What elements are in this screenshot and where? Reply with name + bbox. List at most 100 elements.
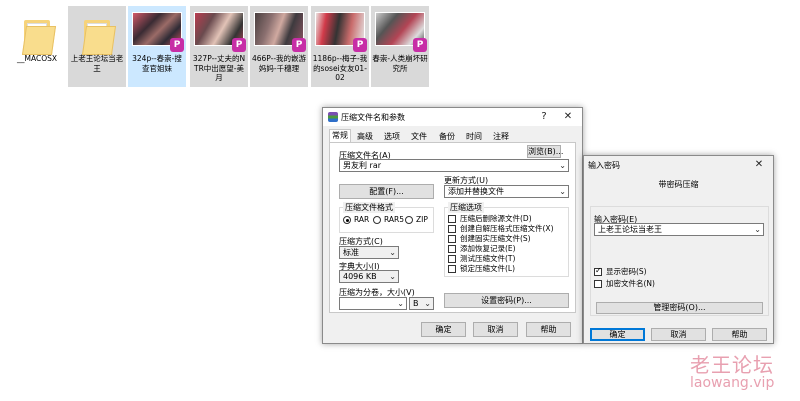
archive-thumbnail-icon: P bbox=[375, 12, 427, 52]
radio-indicator bbox=[343, 216, 351, 224]
chevron-down-icon: ⌄ bbox=[424, 299, 431, 308]
file-item-archive-5[interactable]: P 春崇-人类崩坏研究所 bbox=[371, 6, 429, 87]
split-unit-select[interactable]: B ⌄ bbox=[409, 297, 434, 310]
option-sfx[interactable]: 创建自解压格式压缩文件(X) bbox=[448, 224, 554, 234]
password-heading: 带密码压缩 bbox=[658, 180, 699, 189]
chevron-down-icon: ⌄ bbox=[559, 187, 566, 196]
option-recovery[interactable]: 添加恢复记录(E) bbox=[448, 244, 516, 254]
chevron-down-icon: ⌄ bbox=[389, 248, 396, 257]
format-radio-rar[interactable]: RAR bbox=[343, 215, 369, 225]
ok-button[interactable]: 确定 bbox=[421, 322, 466, 337]
checkbox-indicator bbox=[448, 255, 456, 263]
dictionary-size-select[interactable]: 4096 KB ⌄ bbox=[339, 270, 399, 283]
archive-options-title: 压缩选项 bbox=[448, 202, 484, 213]
close-icon[interactable]: ✕ bbox=[747, 157, 771, 173]
radio-label: RAR bbox=[354, 215, 370, 224]
checkbox-indicator bbox=[448, 225, 456, 233]
radio-label: ZIP bbox=[416, 215, 428, 224]
winrar-icon bbox=[328, 112, 338, 122]
archive-thumbnail-icon: P bbox=[254, 12, 306, 52]
checkbox-label: 添加恢复记录(E) bbox=[460, 244, 516, 253]
help-button[interactable]: 帮助 bbox=[526, 322, 571, 337]
compression-method-select[interactable]: 标准 ⌄ bbox=[339, 246, 399, 259]
option-delete-after[interactable]: 压缩后删除源文件(D) bbox=[448, 214, 532, 224]
app-badge-icon: P bbox=[353, 38, 367, 52]
file-item-laowang-folder[interactable]: 上老王论坛当老王 bbox=[68, 6, 126, 87]
file-name: 324p--春崇-搜查官姐妹 bbox=[132, 54, 182, 73]
checkbox-label: 显示密码(S) bbox=[606, 267, 647, 276]
update-mode-select[interactable]: 添加并替换文件 ⌄ bbox=[444, 185, 569, 198]
chevron-down-icon: ⌄ bbox=[389, 272, 396, 281]
file-item-archive-4[interactable]: P 1186p--梅子-我的sosei女友01-02 bbox=[311, 6, 369, 87]
file-item-archive-2[interactable]: P 327P--丈夫的NTR中出愿望-美月 bbox=[190, 6, 248, 87]
file-name: 466P--我的嵌游妈妈-千穗理 bbox=[251, 54, 307, 73]
format-radio-zip[interactable]: ZIP bbox=[405, 215, 428, 225]
ok-button[interactable]: 确定 bbox=[590, 328, 645, 341]
archive-format-title: 压缩文件格式 bbox=[343, 202, 395, 213]
option-test[interactable]: 测试压缩文件(T) bbox=[448, 254, 515, 264]
file-name: 327P--丈夫的NTR中出愿望-美月 bbox=[192, 54, 246, 82]
checkbox-indicator bbox=[594, 266, 602, 276]
radio-indicator bbox=[405, 216, 413, 224]
organize-passwords-button[interactable]: 管理密码(O)... bbox=[596, 302, 763, 314]
checkbox-label: 创建固实压缩文件(S) bbox=[460, 234, 531, 243]
option-lock[interactable]: 锁定压缩文件(L) bbox=[448, 264, 515, 274]
checkbox-label: 测试压缩文件(T) bbox=[460, 254, 516, 263]
checkbox-label: 锁定压缩文件(L) bbox=[460, 264, 516, 273]
file-item-macosx[interactable]: __MACOSX bbox=[8, 6, 66, 87]
folder-icon bbox=[72, 12, 122, 55]
compression-method-value: 标准 bbox=[343, 248, 359, 257]
chevron-down-icon[interactable]: ⌄ bbox=[754, 224, 761, 235]
split-volumes-field[interactable]: ⌄ bbox=[339, 297, 407, 310]
dictionary-size-value: 4096 KB bbox=[343, 272, 377, 281]
checkbox-indicator bbox=[448, 235, 456, 243]
file-name: __MACOSX bbox=[16, 54, 57, 63]
dialog-titlebar[interactable]: 压缩文件名和参数 ? ✕ bbox=[323, 108, 582, 126]
file-name: 春崇-人类崩坏研究所 bbox=[372, 54, 428, 73]
checkbox-indicator bbox=[448, 245, 456, 253]
file-name: 上老王论坛当老王 bbox=[70, 54, 124, 73]
radio-label: RAR5 bbox=[384, 215, 405, 224]
archive-name-value: 男友利 rar bbox=[343, 161, 382, 170]
archive-name-field[interactable]: 男友利 rar ⌄ bbox=[339, 159, 569, 172]
show-password-checkbox[interactable]: 显示密码(S) bbox=[594, 266, 647, 277]
checkbox-indicator bbox=[448, 265, 456, 273]
close-icon[interactable]: ✕ bbox=[556, 109, 580, 125]
chevron-down-icon[interactable]: ⌄ bbox=[559, 160, 566, 171]
checkbox-label: 创建自解压格式压缩文件(X) bbox=[460, 224, 554, 233]
file-item-archive-1[interactable]: P 324p--春崇-搜查官姐妹 bbox=[128, 6, 186, 87]
tab-general[interactable]: 常规 bbox=[329, 129, 351, 143]
watermark-title: 老王论坛 bbox=[690, 353, 774, 377]
password-value: 上老王论坛当老王 bbox=[598, 225, 662, 234]
folder-icon bbox=[12, 12, 62, 55]
profiles-button[interactable]: 配置(F)... bbox=[339, 184, 434, 199]
app-badge-icon: P bbox=[232, 38, 246, 52]
archive-thumbnail-icon: P bbox=[315, 12, 367, 52]
help-button[interactable]: 帮助 bbox=[712, 328, 767, 341]
app-badge-icon: P bbox=[413, 38, 427, 52]
cancel-button[interactable]: 取消 bbox=[651, 328, 706, 341]
format-radio-rar5[interactable]: RAR5 bbox=[373, 215, 404, 225]
option-solid[interactable]: 创建固实压缩文件(S) bbox=[448, 234, 531, 244]
cancel-button[interactable]: 取消 bbox=[473, 322, 518, 337]
archive-thumbnail-icon: P bbox=[132, 12, 184, 52]
password-input[interactable]: 上老王论坛当老王 ⌄ bbox=[594, 223, 764, 236]
app-badge-icon: P bbox=[170, 38, 184, 52]
checkbox-indicator bbox=[448, 215, 456, 223]
password-dialog: 输入密码 ✕ 带密码压缩 输入密码(E) 上老王论坛当老王 ⌄ 显示密码(S) … bbox=[583, 155, 774, 344]
file-name: 1186p--梅子-我的sosei女友01-02 bbox=[312, 54, 368, 82]
archive-params-dialog: 压缩文件名和参数 ? ✕ 常规 高级 选项 文件 备份 时间 注释 压缩文件名(… bbox=[322, 107, 583, 344]
archive-thumbnail-icon: P bbox=[194, 12, 246, 52]
file-item-archive-3[interactable]: P 466P--我的嵌游妈妈-千穗理 bbox=[250, 6, 308, 87]
chevron-down-icon: ⌄ bbox=[397, 299, 404, 308]
watermark-url: laowang.vip bbox=[690, 375, 775, 391]
checkbox-label: 加密文件名(N) bbox=[606, 279, 655, 288]
browse-button[interactable]: 浏览(B)... bbox=[527, 145, 563, 158]
radio-indicator bbox=[373, 216, 381, 224]
help-icon[interactable]: ? bbox=[532, 109, 556, 125]
encrypt-filenames-checkbox[interactable]: 加密文件名(N) bbox=[594, 279, 655, 289]
checkbox-label: 压缩后删除源文件(D) bbox=[460, 214, 532, 223]
dialog-titlebar[interactable]: 输入密码 ✕ bbox=[584, 156, 773, 174]
set-password-button[interactable]: 设置密码(P)... bbox=[444, 293, 569, 308]
update-mode-value: 添加并替换文件 bbox=[448, 187, 504, 196]
